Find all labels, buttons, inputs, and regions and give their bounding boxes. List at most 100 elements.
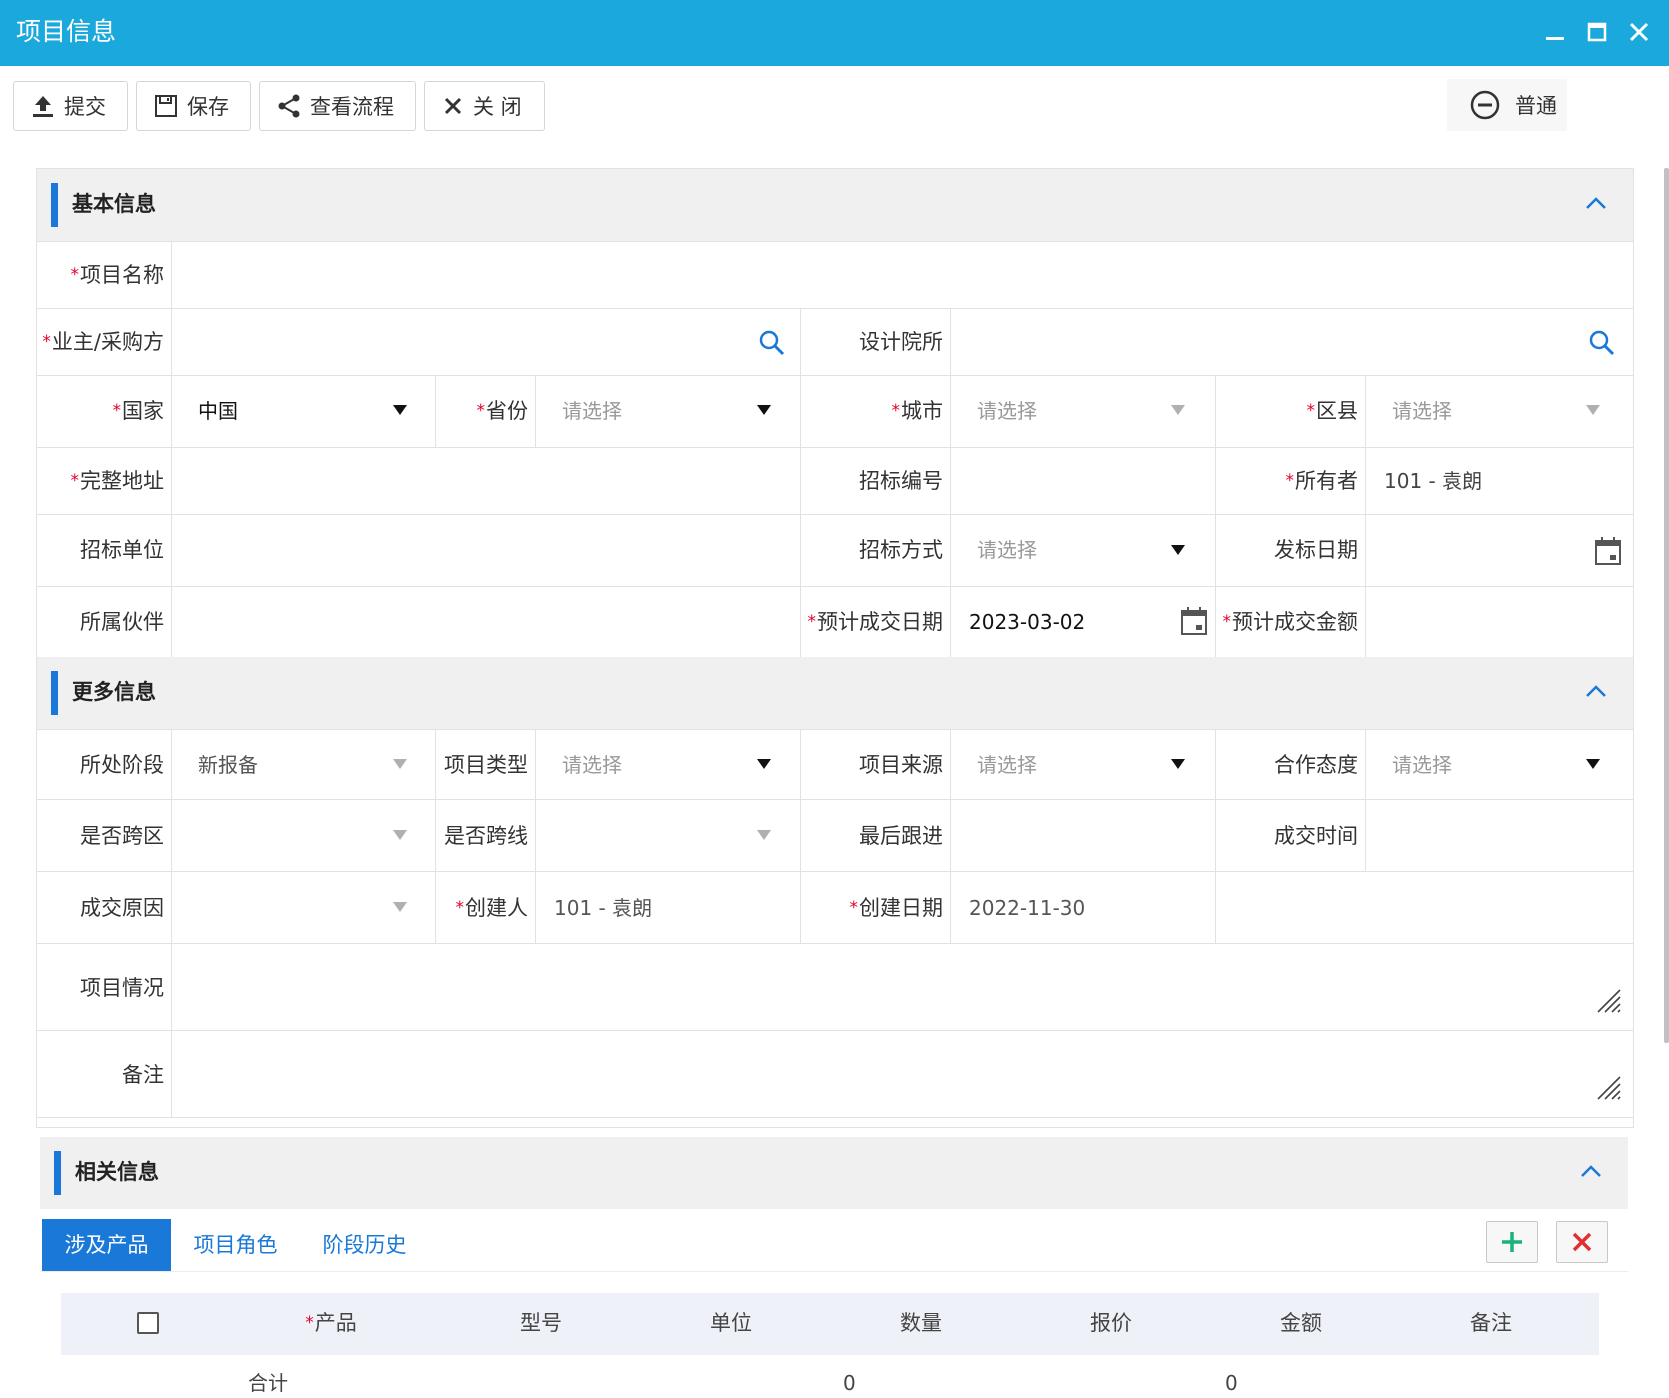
chevron-up-icon[interactable] [1585,195,1607,211]
divider [535,376,536,447]
col-unit[interactable]: 单位 [661,1308,801,1338]
project-type-label: 项目类型 [444,753,528,777]
stage-select[interactable]: 新报备 [198,750,258,780]
create-date-label: *创建日期 [849,896,944,920]
search-icon[interactable] [1588,329,1616,357]
full-address-input[interactable] [172,448,800,514]
owner-buyer-input[interactable] [172,309,800,375]
expected-amount-label: *预计成交金额 [1222,610,1359,634]
bid-number-input[interactable] [951,448,1215,514]
share-icon [278,94,300,118]
select-all-checkbox[interactable] [137,1312,159,1334]
city-select[interactable]: 请选择 [977,396,1037,426]
project-name-label: *项目名称 [70,263,165,287]
chevron-up-icon[interactable] [1580,1163,1602,1179]
province-select[interactable]: 请选择 [562,396,622,426]
mode-toggle[interactable]: 普通 [1447,79,1567,131]
project-type-select[interactable]: 请选择 [562,750,622,780]
dropdown-arrow-icon[interactable] [1171,759,1185,769]
vertical-scrollbar[interactable] [1664,168,1669,1043]
close-time-value [1366,800,1632,871]
bid-date-input[interactable] [1366,515,1632,586]
delete-icon [1572,1232,1592,1252]
dropdown-arrow-icon[interactable] [1171,545,1185,555]
section-marker [51,671,58,715]
bid-method-select[interactable]: 请选择 [977,535,1037,565]
divider [40,1271,1628,1272]
close-window-icon[interactable] [1626,19,1652,45]
col-price[interactable]: 报价 [1041,1308,1181,1338]
cooperation-select[interactable]: 请选择 [1392,750,1452,780]
situation-label: 项目情况 [80,976,164,1000]
partner-input[interactable] [172,587,800,657]
project-source-label: 项目来源 [859,753,943,777]
situation-textarea[interactable] [172,944,1632,1030]
search-icon[interactable] [758,329,786,357]
expected-amount-input[interactable] [1366,587,1632,657]
window-title: 项目信息 [16,17,117,46]
resize-handle-icon[interactable] [1596,988,1622,1014]
dropdown-arrow-icon[interactable] [1171,405,1185,415]
calendar-icon[interactable] [1180,606,1208,636]
dropdown-arrow-icon[interactable] [393,759,407,769]
tab-project-roles[interactable]: 项目角色 [171,1219,300,1271]
save-button[interactable]: 保存 [136,81,251,131]
resize-handle-icon[interactable] [1596,1075,1622,1101]
chevron-up-icon[interactable] [1585,683,1607,699]
tab-stage-history[interactable]: 阶段历史 [300,1219,429,1271]
remark-label: 备注 [122,1063,164,1087]
project-name-input[interactable] [172,242,1632,308]
stage-label: 所处阶段 [80,753,164,777]
total-label: 合计 [248,1371,288,1395]
district-select[interactable]: 请选择 [1392,396,1452,426]
divider [36,375,1634,376]
calendar-icon[interactable] [1594,536,1622,566]
province-label: *省份 [476,399,529,423]
divider [36,1117,1634,1118]
section-related-title: 相关信息 [75,1160,159,1184]
dropdown-arrow-icon[interactable] [1586,759,1600,769]
owner-value[interactable]: 101 - 袁朗 [1384,466,1482,496]
expected-close-date-input[interactable]: 2023-03-02 [969,607,1085,637]
cross-region-label: 是否跨区 [80,824,164,848]
bid-unit-label: 招标单位 [80,538,164,562]
quantity-total: 0 [843,1371,856,1395]
country-select[interactable]: 中国 [198,396,238,426]
last-follow-value [951,800,1215,871]
dropdown-arrow-icon[interactable] [393,902,407,912]
view-flow-button[interactable]: 查看流程 [259,81,416,131]
owner-buyer-label: *业主/采购方 [42,330,164,354]
tab-products[interactable]: 涉及产品 [42,1219,171,1271]
add-row-button[interactable] [1486,1221,1538,1263]
col-amount[interactable]: 金额 [1231,1308,1371,1338]
bid-method-label: 招标方式 [859,538,943,562]
col-product[interactable]: *产品 [261,1308,401,1338]
view-flow-label: 查看流程 [310,95,394,119]
section-marker [51,183,58,227]
dropdown-arrow-icon[interactable] [757,405,771,415]
col-model[interactable]: 型号 [471,1308,611,1338]
col-remark[interactable]: 备注 [1421,1308,1561,1338]
submit-button[interactable]: 提交 [13,81,128,131]
remark-textarea[interactable] [172,1031,1632,1117]
window-titlebar: 项目信息 [0,0,1669,66]
divider [435,376,436,447]
district-label: *区县 [1306,399,1359,423]
dropdown-arrow-icon[interactable] [393,830,407,840]
bid-unit-input[interactable] [172,515,800,586]
save-label: 保存 [187,95,229,119]
col-quantity[interactable]: 数量 [851,1308,991,1338]
dropdown-arrow-icon[interactable] [1586,405,1600,415]
delete-row-button[interactable] [1556,1221,1608,1263]
dropdown-arrow-icon[interactable] [757,759,771,769]
minimize-icon[interactable] [1542,19,1568,45]
project-source-select[interactable]: 请选择 [977,750,1037,780]
design-institute-input[interactable] [951,309,1632,375]
close-time-label: 成交时间 [1274,824,1358,848]
dropdown-arrow-icon[interactable] [757,830,771,840]
full-address-label: *完整地址 [70,469,165,493]
maximize-icon[interactable] [1584,19,1610,45]
dropdown-arrow-icon[interactable] [393,405,407,415]
section-marker [54,1151,61,1195]
close-button[interactable]: 关 闭 [424,81,545,131]
